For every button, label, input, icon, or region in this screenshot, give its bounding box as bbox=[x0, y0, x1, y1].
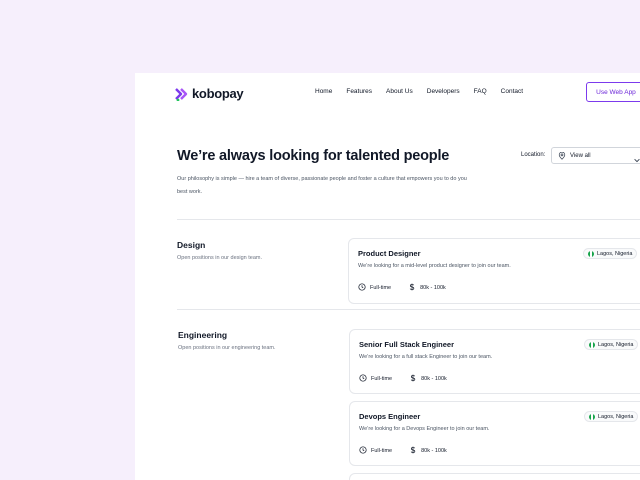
clock-icon bbox=[359, 374, 367, 384]
department-description-engineering: Open positions in our engineering team. bbox=[178, 345, 276, 351]
job-salary: 80k - 100k bbox=[421, 376, 447, 382]
job-type: Full-time bbox=[371, 376, 393, 382]
chevron-down-icon bbox=[633, 151, 640, 169]
use-web-app-button[interactable]: Use Web App bbox=[586, 82, 640, 102]
nav-item-home[interactable]: Home bbox=[315, 88, 332, 95]
nav-item-about-us[interactable]: About Us bbox=[386, 88, 413, 95]
location-select[interactable]: View all bbox=[551, 147, 640, 164]
location-badge: Lagos, Nigeria bbox=[584, 339, 639, 350]
job-description: We’re looking for a full stack Engineer … bbox=[359, 354, 493, 360]
nav-item-faq[interactable]: FAQ bbox=[474, 88, 487, 95]
job-meta: Full-time 80k - 100k bbox=[359, 374, 447, 384]
section-divider bbox=[177, 309, 640, 310]
map-pin-icon bbox=[558, 147, 566, 165]
department-description-design: Open positions in our design team. bbox=[177, 255, 262, 261]
nigeria-flag-icon bbox=[589, 341, 595, 348]
dollar-icon bbox=[409, 374, 417, 384]
job-card-devops-engineer[interactable]: Devops Engineer Lagos, Nigeria We’re loo… bbox=[349, 401, 640, 466]
brand-logo[interactable]: kobopay bbox=[175, 86, 244, 101]
location-badge: Lagos, Nigeria bbox=[584, 411, 639, 422]
job-card-senior-full-stack-engineer[interactable]: Senior Full Stack Engineer Lagos, Nigeri… bbox=[349, 329, 640, 394]
nigeria-flag-icon bbox=[589, 413, 595, 420]
brand-name: kobopay bbox=[192, 86, 244, 101]
nav-item-features[interactable]: Features bbox=[346, 88, 372, 95]
job-salary: 80k - 100k bbox=[420, 285, 446, 291]
job-title: Senior Full Stack Engineer bbox=[359, 340, 455, 349]
job-description: We’re looking for a Devops Engineer to j… bbox=[359, 426, 490, 432]
location-badge: Lagos, Nigeria bbox=[583, 248, 638, 259]
dollar-icon bbox=[409, 446, 417, 456]
dollar-icon bbox=[408, 283, 416, 293]
page-title: We’re always looking for talented people bbox=[177, 148, 450, 164]
job-card-partial[interactable] bbox=[349, 473, 640, 480]
nigeria-flag-icon bbox=[588, 250, 594, 257]
clock-icon bbox=[359, 446, 367, 456]
location-badge-label: Lagos, Nigeria bbox=[597, 250, 633, 257]
location-badge-label: Lagos, Nigeria bbox=[598, 341, 634, 348]
location-select-value: View all bbox=[570, 152, 591, 159]
careers-page: kobopay Home Features About Us Developer… bbox=[135, 73, 640, 480]
job-meta: Full-time 80k - 100k bbox=[359, 446, 447, 456]
kobopay-logo-icon bbox=[175, 87, 189, 101]
job-salary: 80k - 100k bbox=[421, 448, 447, 454]
location-label: Location: bbox=[521, 152, 546, 158]
job-card-product-designer[interactable]: Product Designer Lagos, Nigeria We’re lo… bbox=[348, 238, 640, 304]
nav-item-contact[interactable]: Contact bbox=[501, 88, 523, 95]
job-meta: Full-time 80k - 100k bbox=[358, 283, 446, 293]
job-type: Full-time bbox=[370, 285, 392, 291]
section-divider bbox=[177, 219, 640, 220]
job-title: Product Designer bbox=[358, 249, 421, 258]
main-nav: Home Features About Us Developers FAQ Co… bbox=[315, 88, 537, 95]
department-title-design: Design bbox=[177, 240, 206, 250]
job-type: Full-time bbox=[371, 448, 393, 454]
clock-icon bbox=[358, 283, 366, 293]
job-title: Devops Engineer bbox=[359, 412, 421, 421]
nav-item-developers[interactable]: Developers bbox=[427, 88, 460, 95]
page-description: Our philosophy is simple — hire a team o… bbox=[177, 176, 467, 195]
job-description: We’re looking for a mid-level product de… bbox=[358, 263, 511, 269]
department-title-engineering: Engineering bbox=[178, 330, 228, 340]
location-badge-label: Lagos, Nigeria bbox=[598, 413, 634, 420]
